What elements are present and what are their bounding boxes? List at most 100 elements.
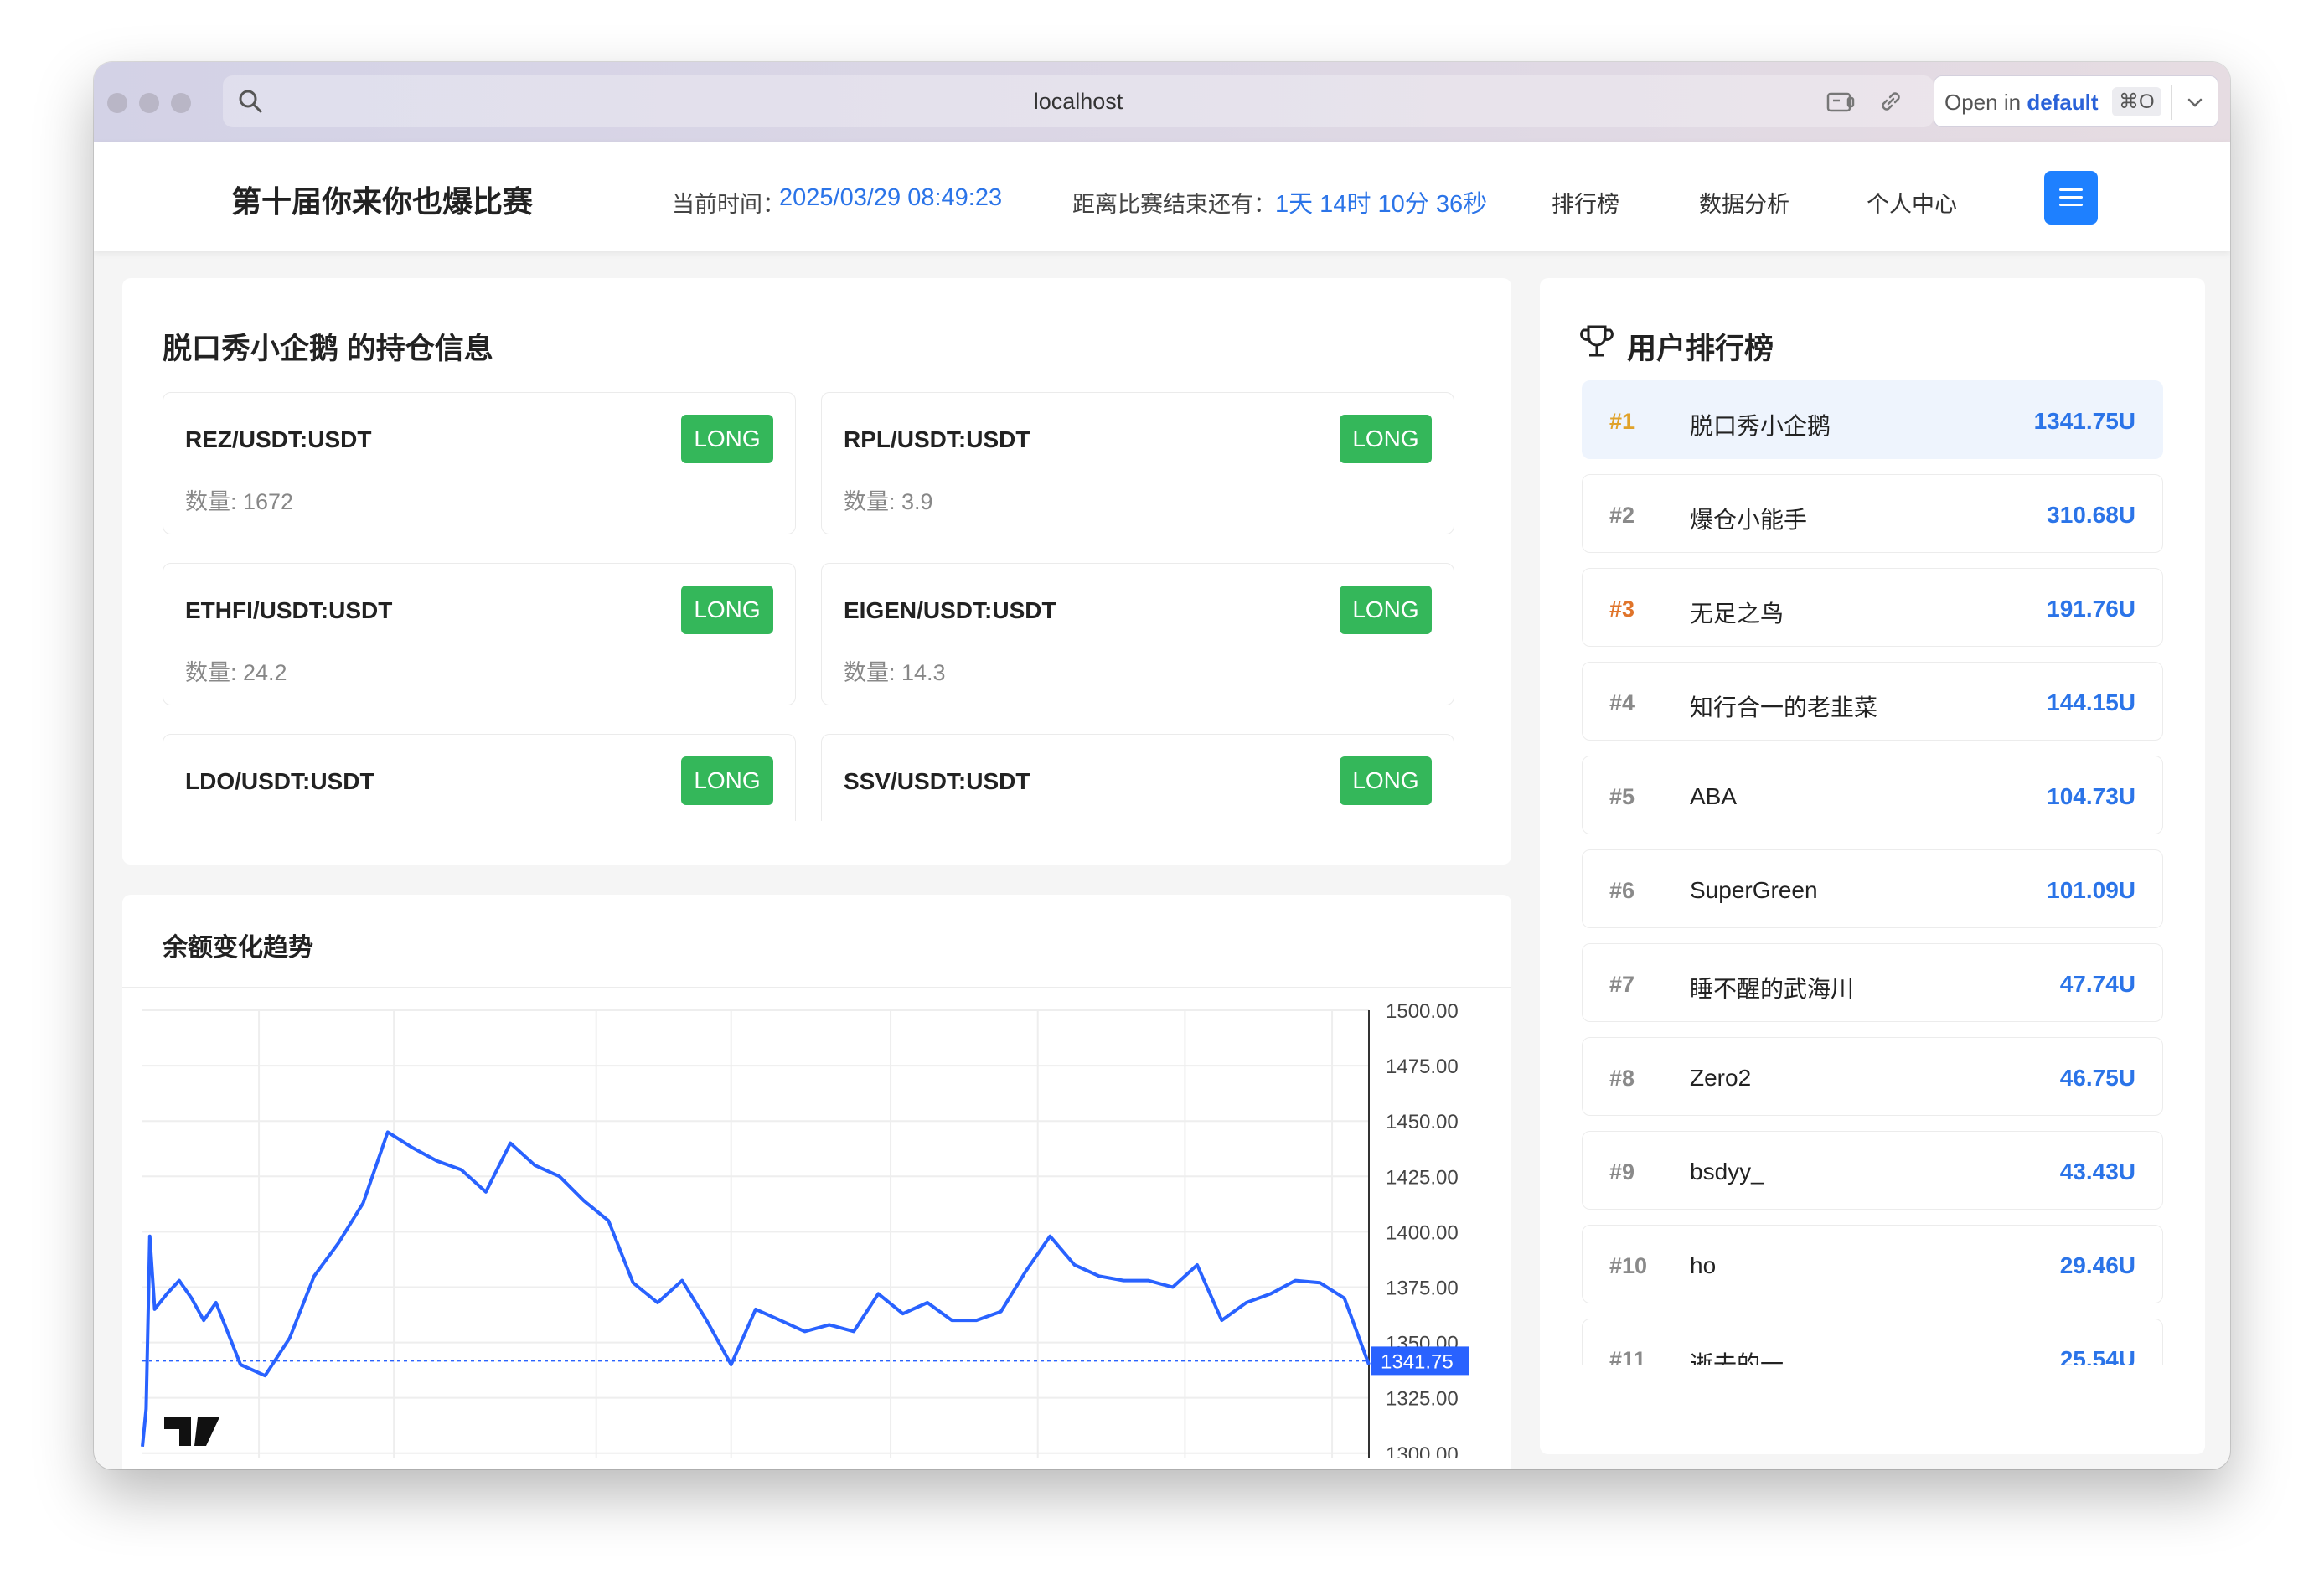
- user-balance: 43.43U: [2059, 1159, 2135, 1185]
- hamburger-icon: [2059, 188, 2083, 191]
- countdown-value: 1天 14时 10分 36秒: [1275, 191, 1488, 218]
- open-in-button[interactable]: Open in default ⌘O: [1934, 75, 2218, 127]
- user-name: SuperGreen: [1690, 877, 1818, 903]
- minimize-window-button[interactable]: [139, 93, 159, 113]
- holdings-card: 脱口秀小企鹅 的持仓信息 REZ/USDT:USDT LONG 数量: 1672…: [122, 278, 1511, 865]
- zoom-window-button[interactable]: [171, 93, 191, 113]
- user-balance: 191.76U: [2047, 596, 2135, 622]
- user-balance: 310.68U: [2047, 502, 2135, 528]
- leaderboard-row[interactable]: #2 爆仓小能手 310.68U: [1582, 474, 2163, 553]
- position-symbol: ETHFI/USDT:USDT: [185, 597, 393, 623]
- rank-number: #8: [1609, 1066, 1635, 1091]
- user-name: 知行合一的老韭菜: [1690, 694, 1878, 720]
- position-card[interactable]: SSV/USDT:USDT LONG: [821, 734, 1454, 821]
- rank-number: #1: [1609, 409, 1635, 434]
- browser-window: localhost Open in default ⌘O 第十届你来你也爆比赛 …: [94, 62, 2230, 1469]
- countdown-label: 距离比赛结束还有：: [1072, 192, 1276, 217]
- position-card[interactable]: EIGEN/USDT:USDT LONG 数量: 14.3: [821, 563, 1454, 705]
- user-balance: 104.73U: [2047, 783, 2135, 809]
- position-side-badge: LONG: [1340, 586, 1432, 634]
- user-balance: 47.74U: [2059, 971, 2135, 997]
- rank-number: #3: [1609, 596, 1635, 622]
- y-tick-label: 1300.00: [1386, 1443, 1459, 1458]
- position-quantity: 数量: 3.9: [844, 489, 933, 514]
- leaderboard-card: 用户排行榜 #1 脱口秀小企鹅 1341.75U #2 爆仓小能手 310.68…: [1540, 278, 2205, 1454]
- rank-number: #11: [1609, 1347, 1646, 1365]
- browser-toolbar: localhost Open in default ⌘O: [94, 62, 2230, 143]
- user-name: bsdyy_: [1690, 1159, 1764, 1185]
- position-card[interactable]: REZ/USDT:USDT LONG 数量: 1672: [163, 392, 796, 534]
- tradingview-logo-icon: [164, 1417, 219, 1446]
- menu-button[interactable]: [2044, 171, 2098, 225]
- leaderboard-title: 用户排行榜: [1627, 333, 1774, 365]
- position-symbol: RPL/USDT:USDT: [844, 426, 1030, 452]
- y-tick-label: 1450.00: [1386, 1111, 1459, 1133]
- position-side-badge: LONG: [681, 586, 773, 634]
- link-icon[interactable]: [1875, 87, 1907, 116]
- close-window-button[interactable]: [107, 93, 127, 113]
- position-symbol: SSV/USDT:USDT: [844, 768, 1030, 794]
- rank-number: #9: [1609, 1159, 1635, 1185]
- y-tick-label: 1325.00: [1386, 1388, 1459, 1411]
- leaderboard-row[interactable]: #7 睡不醒的武海川 47.74U: [1582, 943, 2163, 1022]
- balance-chart[interactable]: 1500.00 1475.00 1450.00 1425.00 1400.00 1375.…: [122, 988, 1511, 1458]
- user-balance: 144.15U: [2047, 689, 2135, 715]
- position-side-badge: LONG: [1340, 756, 1432, 805]
- user-balance: 25.54U: [2059, 1346, 2135, 1365]
- extension-icon[interactable]: [1825, 87, 1857, 116]
- leaderboard-row[interactable]: #5 ABA 104.73U: [1582, 756, 2163, 834]
- user-name: 脱口秀小企鹅: [1690, 413, 1831, 439]
- leaderboard-row[interactable]: #8 Zero2 46.75U: [1582, 1037, 2163, 1116]
- balance-trend-card: 余额变化趋势 1500.00 1475.00 1450.00 1425.00 1400.…: [122, 895, 1511, 1469]
- leaderboard-row[interactable]: #6 SuperGreen 101.09U: [1582, 849, 2163, 928]
- position-symbol: LDO/USDT:USDT: [185, 768, 374, 794]
- leaderboard-row[interactable]: #1 脱口秀小企鹅 1341.75U: [1582, 380, 2163, 459]
- leaderboard-row[interactable]: #4 知行合一的老韭菜 144.15U: [1582, 662, 2163, 741]
- y-tick-label: 1375.00: [1386, 1277, 1459, 1299]
- y-tick-label: 1500.00: [1386, 1000, 1459, 1023]
- position-symbol: EIGEN/USDT:USDT: [844, 597, 1056, 623]
- address-bar[interactable]: localhost: [223, 75, 1934, 127]
- nav-profile[interactable]: 个人中心: [1867, 186, 1957, 219]
- chevron-down-icon[interactable]: [2182, 91, 2208, 115]
- shortcut-badge: ⌘O: [2112, 87, 2161, 116]
- user-name: 无足之鸟: [1690, 601, 1784, 627]
- user-balance: 101.09U: [2047, 877, 2135, 903]
- position-side-badge: LONG: [681, 415, 773, 463]
- user-name: 爆仓小能手: [1690, 507, 1808, 533]
- user-name: 睡不醒的武海川: [1690, 976, 1855, 1002]
- position-quantity: 数量: 24.2: [185, 660, 287, 685]
- trophy-icon: [1580, 325, 1614, 357]
- position-side-badge: LONG: [1340, 415, 1432, 463]
- position-symbol: REZ/USDT:USDT: [185, 426, 372, 452]
- rank-number: #5: [1609, 784, 1635, 809]
- position-side-badge: LONG: [681, 756, 773, 805]
- app-brand: 第十届你来你也爆比赛: [231, 184, 534, 219]
- last-price-label: 1341.75: [1381, 1350, 1454, 1373]
- y-tick-label: 1475.00: [1386, 1056, 1459, 1078]
- rank-number: #10: [1609, 1253, 1648, 1278]
- leaderboard-row[interactable]: #3 无足之鸟 191.76U: [1582, 568, 2163, 647]
- position-card[interactable]: ETHFI/USDT:USDT LONG 数量: 24.2: [163, 563, 796, 705]
- position-card[interactable]: RPL/USDT:USDT LONG 数量: 3.9: [821, 392, 1454, 534]
- nav-data-analysis[interactable]: 数据分析: [1699, 186, 1789, 219]
- leaderboard-row[interactable]: #11 逝去的一 25.54U: [1582, 1319, 2163, 1365]
- user-balance: 1341.75U: [2033, 408, 2135, 434]
- balance-trend-title: 余额变化趋势: [163, 934, 313, 962]
- user-balance: 46.75U: [2059, 1065, 2135, 1091]
- position-card[interactable]: LDO/USDT:USDT LONG: [163, 734, 796, 821]
- holdings-grid[interactable]: REZ/USDT:USDT LONG 数量: 1672 RPL/USDT:USD…: [122, 278, 1511, 821]
- leaderboard-list[interactable]: #1 脱口秀小企鹅 1341.75U #2 爆仓小能手 310.68U #3 无…: [1540, 377, 2205, 1365]
- user-name: 逝去的一: [1690, 1351, 1784, 1365]
- app-header: 第十届你来你也爆比赛 当前时间： 2025/03/29 08:49:23 距离比…: [94, 142, 2230, 251]
- leaderboard-row[interactable]: #10 ho 29.46U: [1582, 1225, 2163, 1303]
- user-name: ho: [1690, 1252, 1717, 1278]
- nav-leaderboard[interactable]: 排行榜: [1552, 186, 1619, 219]
- leaderboard-row[interactable]: #9 bsdyy_ 43.43U: [1582, 1131, 2163, 1210]
- y-tick-label: 1400.00: [1386, 1221, 1459, 1244]
- position-quantity: 数量: 1672: [185, 489, 294, 514]
- rank-number: #2: [1609, 503, 1635, 528]
- current-time-value: 2025/03/29 08:49:23: [779, 184, 1003, 211]
- open-in-label: Open in default: [1944, 90, 2099, 115]
- y-tick-label: 1425.00: [1386, 1166, 1459, 1189]
